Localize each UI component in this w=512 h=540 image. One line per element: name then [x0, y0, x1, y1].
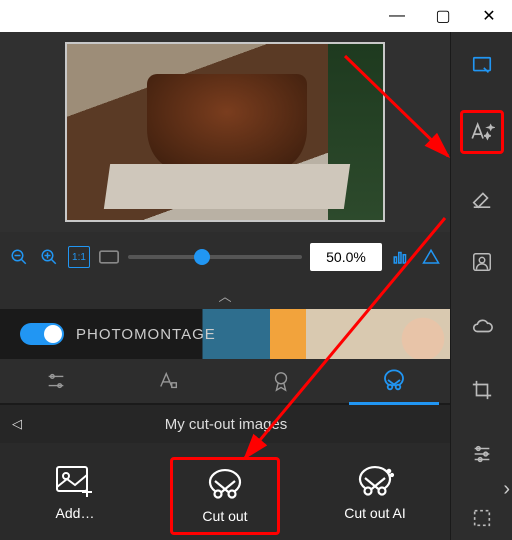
cutout-ai-label: Cut out AI — [344, 505, 405, 521]
window-close-button[interactable]: ✕ — [466, 0, 512, 32]
histogram-icon[interactable] — [390, 246, 412, 268]
actions-row: Add… Cut out Cut out AI — [0, 443, 450, 540]
fit-screen-icon[interactable] — [98, 246, 120, 268]
photomontage-toggle[interactable] — [20, 323, 64, 345]
adjust-tab[interactable] — [0, 359, 113, 403]
zoom-toolbar: 1:1 — [0, 232, 450, 282]
section-title: My cut-out images — [14, 416, 438, 433]
window-minimize-button[interactable]: — — [374, 0, 420, 32]
add-image-label: Add… — [56, 505, 95, 521]
sliders-tool-icon[interactable] — [462, 434, 502, 474]
side-toolbar: › — [450, 32, 512, 540]
cutout-tab[interactable] — [338, 359, 451, 403]
add-image-icon — [55, 465, 95, 497]
crop-tool-icon[interactable] — [462, 370, 502, 410]
cloud-tool-icon[interactable] — [462, 306, 502, 346]
marquee-tool-icon[interactable] — [462, 498, 502, 538]
panel-tabs — [0, 359, 450, 405]
cutout-button[interactable]: Cut out — [170, 457, 280, 535]
photomontage-label: PHOTOMONTAGE — [76, 326, 216, 343]
expand-right-icon[interactable]: › — [503, 478, 510, 501]
zoom-percent-input[interactable] — [310, 243, 382, 271]
cutout-label: Cut out — [202, 508, 247, 524]
text-tab[interactable] — [113, 359, 226, 403]
add-image-button[interactable]: Add… — [20, 457, 130, 529]
cutout-ai-button[interactable]: Cut out AI — [320, 457, 430, 529]
zoom-out-icon[interactable] — [8, 246, 30, 268]
cutout-icon — [205, 468, 245, 500]
section-header[interactable]: ◁ My cut-out images — [0, 405, 450, 443]
canvas-area — [0, 32, 450, 232]
warning-triangle-icon[interactable] — [420, 246, 442, 268]
edit-tool-icon[interactable] — [462, 46, 502, 86]
zoom-slider[interactable] — [128, 255, 302, 259]
collapse-up-icon[interactable]: ︿ — [0, 282, 450, 309]
award-tab[interactable] — [225, 359, 338, 403]
zoom-1to1-icon[interactable]: 1:1 — [68, 246, 90, 268]
window-titlebar: — ▢ ✕ — [0, 0, 512, 32]
eraser-tool-icon[interactable] — [462, 178, 502, 218]
window-maximize-button[interactable]: ▢ — [420, 0, 466, 32]
text-stars-tool-icon[interactable] — [460, 110, 504, 154]
cutout-ai-icon — [355, 465, 395, 497]
portrait-tool-icon[interactable] — [462, 242, 502, 282]
photomontage-banner: PHOTOMONTAGE — [0, 309, 450, 359]
zoom-in-icon[interactable] — [38, 246, 60, 268]
canvas-image[interactable] — [65, 42, 385, 222]
